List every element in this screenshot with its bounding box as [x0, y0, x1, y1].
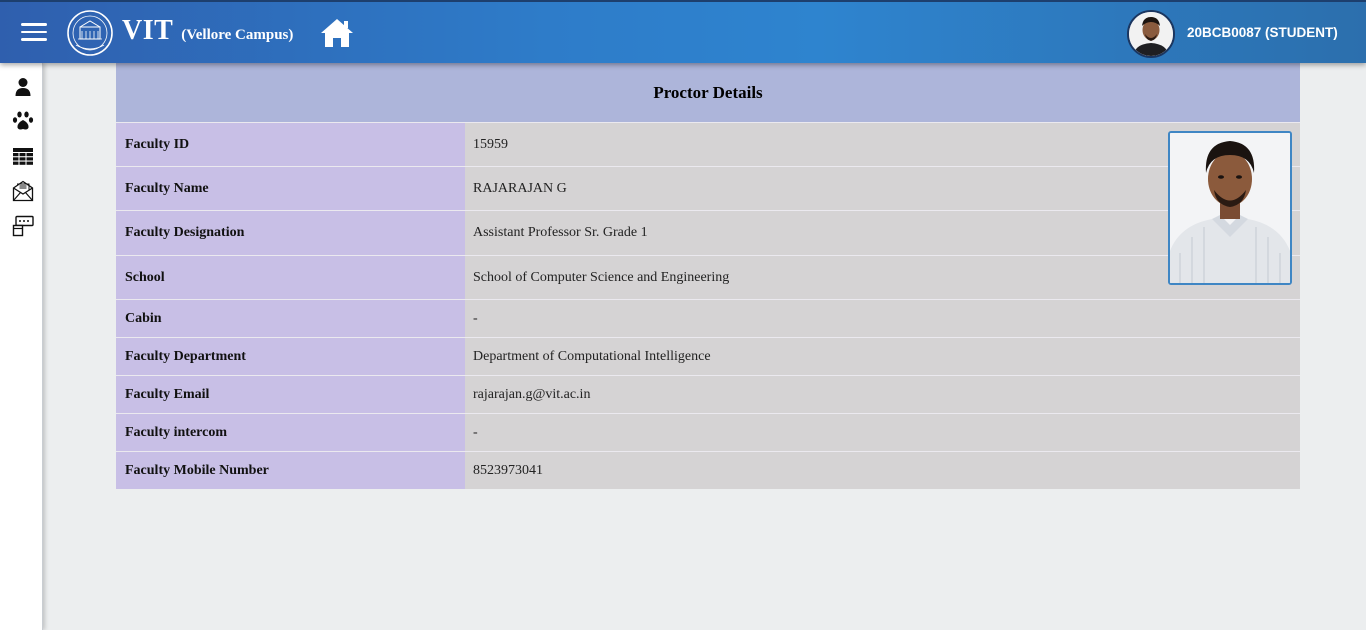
field-value: Department of Computational Intelligence: [465, 338, 1300, 375]
field-label: Cabin: [116, 300, 465, 337]
home-icon[interactable]: [320, 17, 354, 49]
hamburger-menu-icon[interactable]: [21, 23, 47, 43]
table-row: Faculty ID 15959: [116, 122, 1300, 166]
table-row: Faculty Name RAJARAJAN G: [116, 166, 1300, 210]
mail-icon[interactable]: [12, 180, 34, 202]
vit-logo[interactable]: [66, 9, 114, 57]
field-value: -: [465, 414, 1300, 451]
user-avatar[interactable]: [1127, 10, 1175, 58]
brand-title: VIT (Vellore Campus): [122, 15, 293, 47]
field-label: Faculty Name: [116, 167, 465, 210]
user-icon[interactable]: [12, 76, 34, 98]
field-label: Faculty ID: [116, 123, 465, 166]
user-photo: [1129, 12, 1173, 56]
brand-name: VIT: [122, 15, 174, 46]
table-row: School School of Computer Science and Eng…: [116, 255, 1300, 299]
field-label: Faculty Department: [116, 338, 465, 375]
field-value: 8523973041: [465, 452, 1300, 489]
table-row: Faculty Designation Assistant Professor S…: [116, 210, 1300, 255]
field-label: School: [116, 256, 465, 299]
faculty-photo-image: [1170, 133, 1290, 283]
card-icon[interactable]: [12, 215, 34, 237]
top-navbar: VIT (Vellore Campus) 20BCB0087 (STUDENT): [0, 0, 1366, 63]
field-value: rajarajan.g@vit.ac.in: [465, 376, 1300, 413]
campus-name: (Vellore Campus): [181, 27, 294, 43]
user-id-label[interactable]: 20BCB0087 (STUDENT): [1187, 25, 1338, 40]
field-label: Faculty Email: [116, 376, 465, 413]
proctor-details-panel: Proctor Details Faculty ID 15959 Faculty N…: [116, 63, 1300, 489]
table-row: Faculty Email rajarajan.g@vit.ac.in: [116, 375, 1300, 413]
proctor-details-title: Proctor Details: [116, 63, 1300, 122]
field-label: Faculty intercom: [116, 414, 465, 451]
table-row: Faculty intercom -: [116, 413, 1300, 451]
table-row: Faculty Department Department of Computat…: [116, 337, 1300, 375]
sidebar: [0, 63, 43, 630]
field-label: Faculty Mobile Number: [116, 452, 465, 489]
field-label: Faculty Designation: [116, 211, 465, 255]
paw-icon[interactable]: [12, 110, 34, 132]
table-grid-icon[interactable]: [12, 145, 34, 167]
table-row: Cabin -: [116, 299, 1300, 337]
faculty-photo: [1168, 131, 1292, 285]
field-value: -: [465, 300, 1300, 337]
proctor-details-table: Faculty ID 15959 Faculty Name RAJARAJAN G Fa…: [116, 122, 1300, 489]
table-row: Faculty Mobile Number 8523973041: [116, 451, 1300, 489]
